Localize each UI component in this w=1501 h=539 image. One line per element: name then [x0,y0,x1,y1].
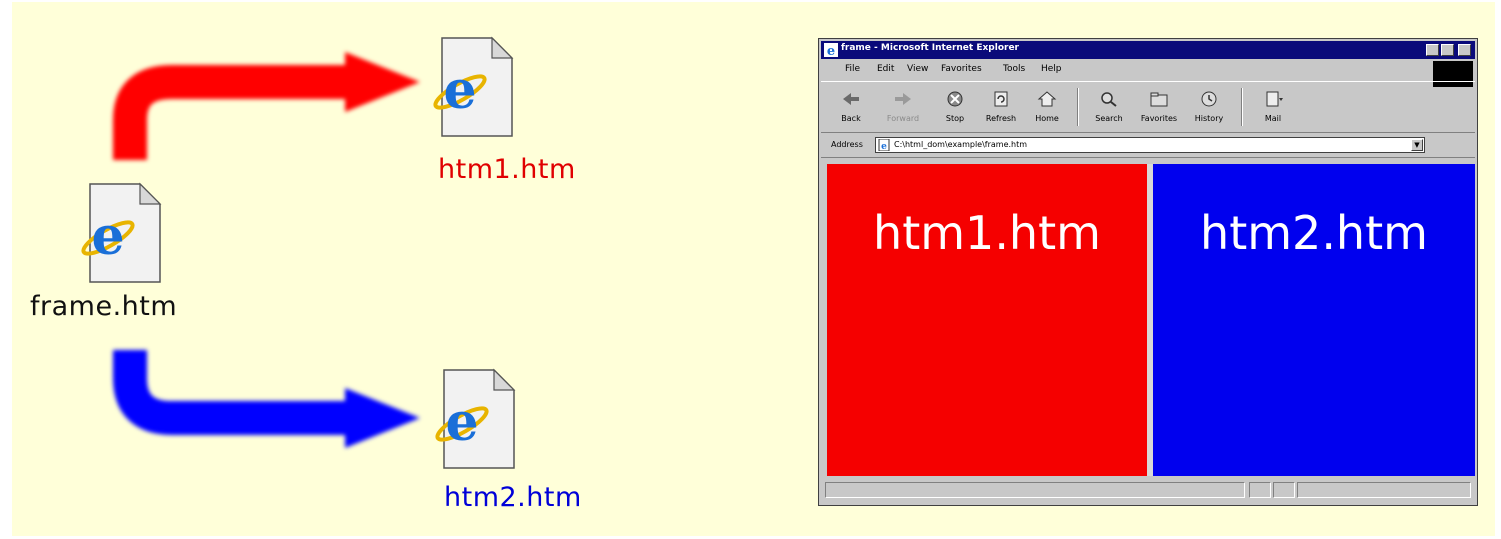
history-button[interactable]: History [1187,86,1231,128]
history-label: History [1194,114,1224,123]
target-file-label-htm1: htm1.htm [438,154,576,185]
mail-button[interactable]: Mail [1251,86,1295,128]
forward-button[interactable]: Forward [881,86,925,128]
status-pane [1249,482,1271,498]
menu-edit[interactable]: Edit [877,64,894,74]
address-field[interactable]: e C:\html_dom\example\frame.htm ▼ [875,137,1425,153]
menu-help[interactable]: Help [1041,64,1062,74]
toolbar-separator [1241,88,1243,126]
minimize-button[interactable] [1426,44,1439,56]
stop-label: Stop [945,114,965,123]
ie-document-icon: e [81,182,162,283]
menu-file[interactable]: File [845,64,860,74]
forward-label: Forward [886,114,920,123]
toolbar-separator [1077,88,1079,126]
diagram-canvas: e e e frame.htm htm1.htm htm2.htm e fram… [0,0,1501,539]
refresh-button[interactable]: Refresh [979,86,1023,128]
svg-text:e: e [91,206,124,267]
svg-text:e: e [881,142,887,151]
refresh-icon [994,91,1008,107]
close-button[interactable] [1458,44,1471,56]
frame-htm2: htm2.htm [1153,164,1475,476]
status-pane-zone [1297,482,1471,498]
home-icon [1037,91,1057,107]
address-bar: Address e C:\html_dom\example\frame.htm … [821,135,1475,158]
menu-favorites[interactable]: Favorites [941,64,982,74]
svg-text:e: e [445,392,478,453]
title-bar: e frame - Microsoft Internet Explorer [821,41,1475,59]
favorites-button[interactable]: Favorites [1137,86,1181,128]
toolbar: Back Forward Stop Refresh Home Search Fa… [821,81,1475,133]
favorites-label: Favorites [1140,114,1178,123]
arrow-to-htm2 [113,350,420,448]
address-dropdown-icon[interactable]: ▼ [1411,139,1423,151]
frame-htm1-text: htm1.htm [873,206,1101,260]
address-value: C:\html_dom\example\frame.htm [894,140,1028,149]
svg-text:e: e [443,60,476,121]
back-button[interactable]: Back [829,86,873,128]
ie-document-icon: e [435,368,516,469]
status-bar [821,479,1475,501]
frame-htm1: htm1.htm [827,164,1147,476]
status-pane [1273,482,1295,498]
page-icon: e [878,139,890,151]
search-button[interactable]: Search [1087,86,1131,128]
menu-bar: File Edit View Favorites Tools Help [821,61,1475,79]
browser-window: e frame - Microsoft Internet Explorer Fi… [818,38,1478,506]
menu-view[interactable]: View [907,64,928,74]
home-button[interactable]: Home [1025,86,1069,128]
stop-button[interactable]: Stop [933,86,977,128]
back-label: Back [841,114,861,123]
mail-label: Mail [1264,114,1282,123]
window-title: frame - Microsoft Internet Explorer [841,43,1019,53]
home-label: Home [1035,114,1059,123]
search-label: Search [1095,114,1123,123]
stop-icon [947,91,963,107]
svg-text:e: e [827,44,835,57]
refresh-label: Refresh [985,114,1017,123]
mail-icon [1266,91,1283,107]
search-icon [1101,92,1117,107]
maximize-button[interactable] [1441,44,1454,56]
forward-arrow-icon [895,93,911,105]
target-file-label-htm2: htm2.htm [444,482,582,513]
arrow-to-htm1 [113,52,420,160]
ie-document-icon: e [433,36,514,137]
menu-tools[interactable]: Tools [1003,64,1025,74]
back-arrow-icon [843,93,859,105]
source-file-label: frame.htm [30,291,178,322]
history-icon [1201,91,1217,107]
frame-htm2-text: htm2.htm [1200,206,1428,260]
status-pane-main [825,482,1245,498]
ie-icon: e [824,43,838,57]
address-label: Address [831,140,863,149]
favorites-folder-icon [1150,92,1168,107]
